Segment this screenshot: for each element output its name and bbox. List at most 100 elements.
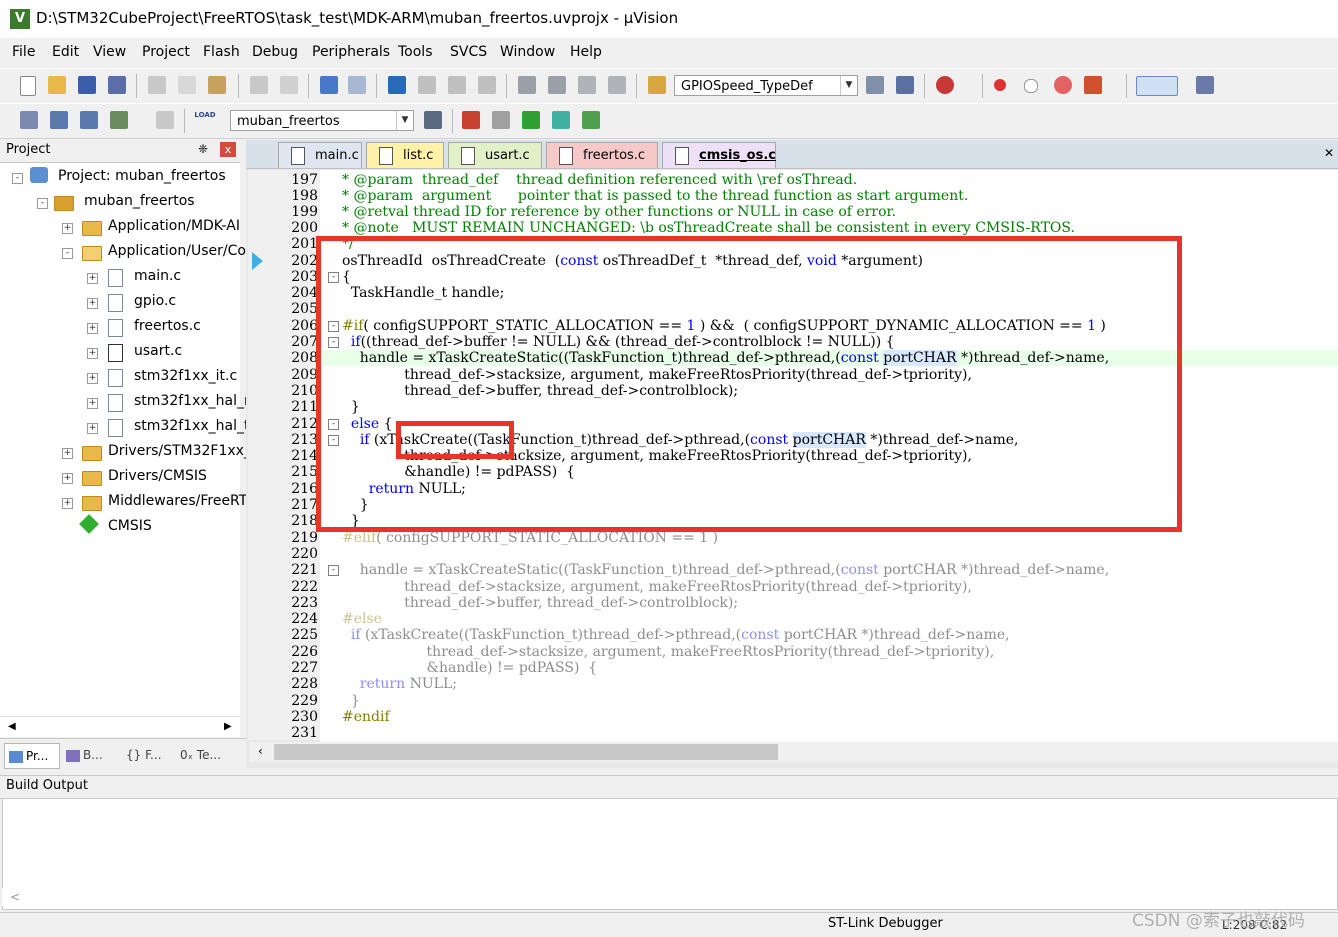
tree-item-group[interactable]: Drivers/STM32F1xx_ <box>108 443 251 465</box>
tab-books[interactable]: B... <box>64 743 118 767</box>
expand-toggle[interactable]: + <box>62 498 73 509</box>
tree-item-target[interactable]: muban_freertos <box>84 193 195 215</box>
manage-components-icon[interactable] <box>462 111 480 129</box>
close-icon[interactable]: x <box>220 142 236 157</box>
tab-functions[interactable]: {} F... <box>126 743 172 767</box>
indent-icon[interactable] <box>518 76 536 94</box>
menu-flash[interactable]: Flash <box>203 44 240 60</box>
expand-toggle[interactable]: + <box>87 273 98 284</box>
expand-toggle[interactable]: + <box>87 298 98 309</box>
nav-forward-icon[interactable] <box>348 76 366 94</box>
tab-usart-c[interactable]: usart.c <box>448 142 542 168</box>
build-output-scrollbar[interactable]: < <box>2 888 1336 906</box>
expand-toggle[interactable]: + <box>62 223 73 234</box>
expand-toggle[interactable]: + <box>62 448 73 459</box>
menu-window[interactable]: Window <box>500 44 555 60</box>
uncomment-icon[interactable] <box>608 76 626 94</box>
next-bookmark-icon[interactable] <box>448 76 466 94</box>
menu-edit[interactable]: Edit <box>52 44 79 60</box>
scroll-left-icon[interactable]: < <box>10 890 20 904</box>
rebuild-icon[interactable] <box>80 111 98 129</box>
tab-list-c[interactable]: list.c <box>366 142 444 168</box>
tree-item-file[interactable]: main.c <box>134 268 181 290</box>
find-in-files-icon[interactable] <box>648 76 666 94</box>
chevron-down-icon[interactable]: ▼ <box>840 76 857 95</box>
expand-toggle[interactable]: + <box>87 373 98 384</box>
menu-project[interactable]: Project <box>142 44 190 60</box>
collapse-toggle[interactable]: - <box>12 173 23 184</box>
expand-toggle[interactable]: + <box>62 473 73 484</box>
scroll-left-icon[interactable]: ‹ <box>258 744 263 758</box>
new-file-icon[interactable] <box>20 76 36 96</box>
nav-back-icon[interactable] <box>320 76 338 94</box>
fold-toggle[interactable]: - <box>328 565 339 576</box>
tab-main-c[interactable]: main.c <box>278 142 362 168</box>
prev-bookmark-icon[interactable] <box>418 76 436 94</box>
tree-item-cmsis[interactable]: CMSIS <box>108 518 152 540</box>
find-combo[interactable]: GPIOSpeed_TypeDef ▼ <box>674 75 858 96</box>
tree-item-file[interactable]: stm32f1xx_it.c <box>134 368 237 390</box>
tree-item-file[interactable]: stm32f1xx_hal_ti <box>134 418 253 440</box>
expand-toggle[interactable]: + <box>87 348 98 359</box>
target-combo[interactable]: muban_freertos ▼ <box>230 110 414 131</box>
menu-peripherals[interactable]: Peripherals <box>312 44 390 60</box>
expand-toggle[interactable]: + <box>87 323 98 334</box>
build-icon[interactable] <box>50 111 68 129</box>
scroll-left-icon[interactable]: ◀ <box>8 721 16 732</box>
tab-freertos-c[interactable]: freertos.c <box>546 142 658 168</box>
save-all-icon[interactable] <box>108 76 126 94</box>
translate-icon[interactable] <box>20 111 38 129</box>
copy-icon[interactable] <box>178 76 196 94</box>
collapse-toggle[interactable]: - <box>62 248 73 259</box>
tab-cmsis-os-c[interactable]: cmsis_os.c <box>662 142 776 168</box>
tree-item-group[interactable]: Middlewares/FreeRT <box>108 493 247 515</box>
disable-breakpoints-icon[interactable] <box>1054 76 1072 94</box>
menu-tools[interactable]: Tools <box>398 44 433 60</box>
tree-item-file[interactable]: stm32f1xx_hal_n <box>134 393 253 415</box>
tab-project[interactable]: Pr... <box>4 743 60 769</box>
file-extensions-icon[interactable] <box>492 111 510 129</box>
unindent-icon[interactable] <box>548 76 566 94</box>
configure-wrench-icon[interactable] <box>1196 76 1214 94</box>
batch-build-icon[interactable] <box>110 111 128 129</box>
collapse-toggle[interactable]: - <box>37 198 48 209</box>
tree-item-group[interactable]: Application/User/Co <box>108 243 246 265</box>
redo-icon[interactable] <box>280 76 298 94</box>
find-icon[interactable] <box>866 76 884 94</box>
scroll-right-icon[interactable]: ▶ <box>224 721 232 732</box>
kill-breakpoints-icon[interactable] <box>1084 76 1102 94</box>
tree-item-file[interactable]: gpio.c <box>134 293 176 315</box>
tab-templates[interactable]: 0ₓ Te... <box>180 743 240 767</box>
menu-svcs[interactable]: SVCS <box>450 44 487 60</box>
paste-icon[interactable] <box>208 76 226 94</box>
tree-item-project[interactable]: Project: muban_freertos <box>58 168 226 190</box>
tree-item-file[interactable]: usart.c <box>134 343 182 365</box>
open-folder-icon[interactable] <box>48 76 66 94</box>
bookmark-icon[interactable] <box>388 76 406 94</box>
stop-build-icon[interactable] <box>156 111 174 129</box>
window-layout-icon[interactable] <box>1136 76 1178 96</box>
tree-item-group[interactable]: Application/MDK-AI <box>108 218 240 240</box>
tree-item-file[interactable]: freertos.c <box>134 318 201 340</box>
load-download-icon[interactable]: LOAD <box>194 111 216 129</box>
menu-view[interactable]: View <box>93 44 126 60</box>
rte-icon[interactable] <box>522 111 540 129</box>
comment-icon[interactable] <box>578 76 596 94</box>
project-horizontal-scrollbar[interactable]: ◀ ▶ <box>0 716 240 737</box>
menu-file[interactable]: File <box>12 44 35 60</box>
editor-scroll-thumb[interactable] <box>274 744 778 760</box>
expand-toggle[interactable]: + <box>87 423 98 434</box>
incremental-find-icon[interactable] <box>896 76 914 94</box>
menu-debug[interactable]: Debug <box>252 44 298 60</box>
pin-icon[interactable]: ❈ <box>198 142 208 156</box>
tree-item-group[interactable]: Drivers/CMSIS <box>108 468 207 490</box>
enable-breakpoint-icon[interactable] <box>1024 79 1038 93</box>
target-options-icon[interactable] <box>424 111 442 129</box>
undo-icon[interactable] <box>250 76 268 94</box>
breakpoint-icon[interactable] <box>994 79 1006 91</box>
debug-session-icon[interactable] <box>936 76 954 94</box>
clear-bookmarks-icon[interactable] <box>478 76 496 94</box>
expand-toggle[interactable]: + <box>87 398 98 409</box>
save-icon[interactable] <box>78 76 96 94</box>
menu-help[interactable]: Help <box>570 44 602 60</box>
